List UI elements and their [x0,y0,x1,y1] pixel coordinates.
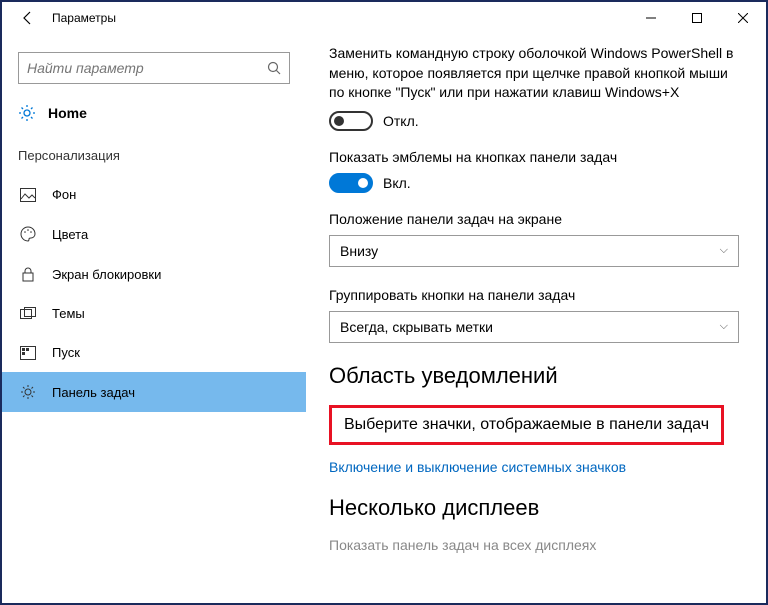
home-label: Home [48,105,87,121]
highlight-box: Выберите значки, отображаемые в панели з… [329,405,724,445]
chevron-down-icon: ⌵ [720,244,728,257]
show-taskbar-all-displays-label: Показать панель задач на всех дисплеях [329,537,742,553]
toggle-on-label: Вкл. [383,175,411,191]
select-icons-link[interactable]: Выберите значки, отображаемые в панели з… [344,416,709,433]
arrow-left-icon [20,10,36,26]
sidebar-item-themes[interactable]: Темы [2,294,306,333]
palette-icon [18,226,38,242]
main-panel: Заменить командную строку оболочкой Wind… [307,34,766,603]
sidebar-item-background[interactable]: Фон [2,175,306,214]
sidebar-item-label: Фон [52,187,76,202]
sidebar-item-label: Панель задач [52,385,135,400]
gear-icon [18,104,36,122]
search-icon [267,61,281,75]
home-nav[interactable]: Home [2,94,306,132]
sidebar-item-lockscreen[interactable]: Экран блокировки [2,254,306,294]
sidebar-item-colors[interactable]: Цвета [2,214,306,254]
position-value: Внизу [340,243,378,259]
multiple-displays-heading: Несколько дисплеев [329,495,742,521]
lock-icon [18,266,38,282]
sidebar-item-start[interactable]: Пуск [2,333,306,372]
position-label: Положение панели задач на экране [329,211,742,227]
search-input[interactable] [27,60,267,76]
sidebar-item-label: Экран блокировки [52,267,161,282]
sidebar-item-taskbar[interactable]: Панель задач [2,372,306,412]
chevron-down-icon: ⌵ [720,320,728,333]
toggle-off-label: Откл. [383,113,419,129]
picture-icon [18,188,38,202]
back-button[interactable] [12,2,44,34]
titlebar: Параметры [2,2,766,34]
themes-icon [18,307,38,321]
position-select[interactable]: Внизу ⌵ [329,235,739,267]
sidebar-item-label: Темы [52,306,85,321]
minimize-button[interactable] [628,2,674,34]
sidebar-section-label: Персонализация [2,132,306,175]
minimize-icon [646,13,656,23]
powershell-description: Заменить командную строку оболочкой Wind… [329,44,742,103]
start-icon [18,346,38,360]
group-select[interactable]: Всегда, скрывать метки ⌵ [329,311,739,343]
close-icon [738,13,748,23]
sidebar-item-label: Цвета [52,227,88,242]
system-icons-link[interactable]: Включение и выключение системных значков [329,459,626,475]
window-title: Параметры [52,11,116,25]
emblems-toggle[interactable] [329,173,373,193]
search-box[interactable] [18,52,290,84]
sidebar-item-label: Пуск [52,345,80,360]
taskbar-icon [18,384,38,400]
maximize-button[interactable] [674,2,720,34]
emblems-label: Показать эмблемы на кнопках панели задач [329,149,742,165]
close-button[interactable] [720,2,766,34]
powershell-toggle[interactable] [329,111,373,131]
group-value: Всегда, скрывать метки [340,319,493,335]
notification-area-heading: Область уведомлений [329,363,742,389]
group-label: Группировать кнопки на панели задач [329,287,742,303]
sidebar: Home Персонализация Фон Цвета Экран блок… [2,34,307,603]
maximize-icon [692,13,702,23]
